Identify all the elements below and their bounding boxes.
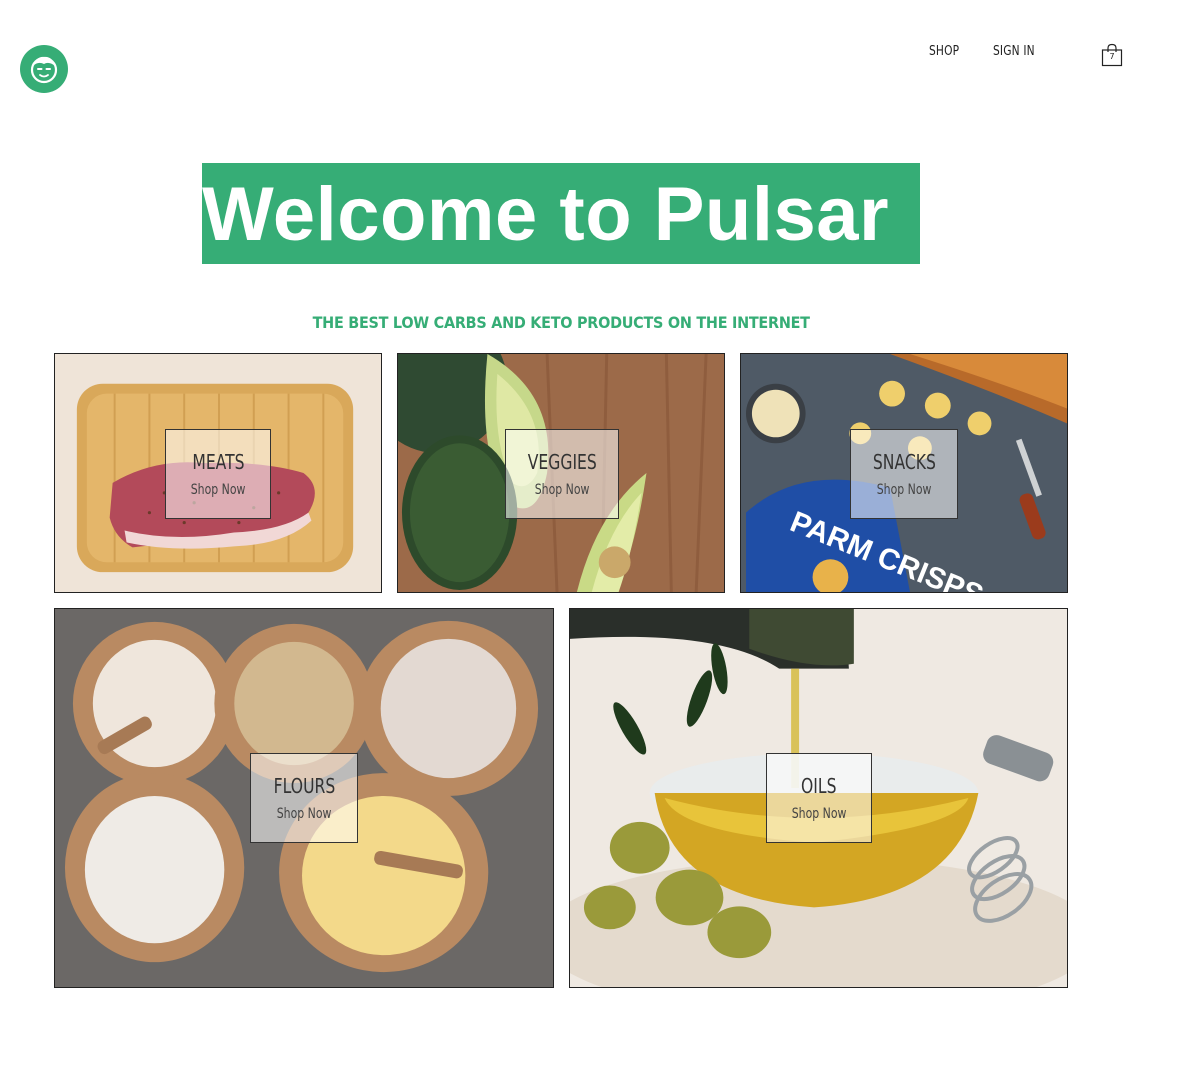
top-navigation: SHOP SIGN IN 7	[929, 43, 1123, 67]
category-tile-flours[interactable]: FLOURS Shop Now	[54, 608, 554, 988]
shop-now-link[interactable]: Shop Now	[877, 482, 932, 498]
hero-tagline-text: THE BEST LOW CARBS AND KETO PRODUCTS ON …	[312, 313, 811, 332]
category-tile-veggies[interactable]: VEGGIES Shop Now	[397, 353, 725, 593]
category-name: VEGGIES	[527, 450, 597, 474]
shop-now-link[interactable]: Shop Now	[191, 482, 246, 498]
shop-now-link[interactable]: Shop Now	[277, 806, 332, 822]
hero-tagline: THE BEST LOW CARBS AND KETO PRODUCTS ON …	[0, 313, 1123, 332]
oils-label-box: OILS Shop Now	[766, 753, 872, 843]
hero-banner: Welcome to Pulsar	[202, 163, 920, 264]
category-name: MEATS	[191, 450, 245, 474]
flours-label-box: FLOURS Shop Now	[250, 753, 358, 843]
category-tile-meats[interactable]: MEATS Shop Now	[54, 353, 382, 593]
shop-now-link[interactable]: Shop Now	[535, 482, 590, 498]
category-name: SNACKS	[872, 450, 936, 474]
smiling-face-logo-icon	[30, 56, 58, 84]
cart-count: 7	[1109, 52, 1115, 61]
category-tile-snacks[interactable]: PARM CRISPS SNACKS Shop Now	[740, 353, 1068, 593]
category-name: OILS	[801, 774, 837, 798]
nav-shop-link[interactable]: SHOP	[929, 44, 965, 59]
category-name: FLOURS	[273, 774, 335, 798]
snacks-label-box: SNACKS Shop Now	[850, 429, 958, 519]
shop-now-link[interactable]: Shop Now	[792, 806, 847, 822]
site-logo[interactable]	[20, 45, 68, 93]
veggies-label-box: VEGGIES Shop Now	[505, 429, 619, 519]
hero-title: Welcome to Pulsar	[202, 172, 890, 257]
cart-button[interactable]: 7	[1101, 43, 1123, 67]
nav-sign-in-link[interactable]: SIGN IN	[993, 44, 1042, 59]
category-tile-oils[interactable]: OILS Shop Now	[569, 608, 1068, 988]
meats-label-box: MEATS Shop Now	[165, 429, 271, 519]
